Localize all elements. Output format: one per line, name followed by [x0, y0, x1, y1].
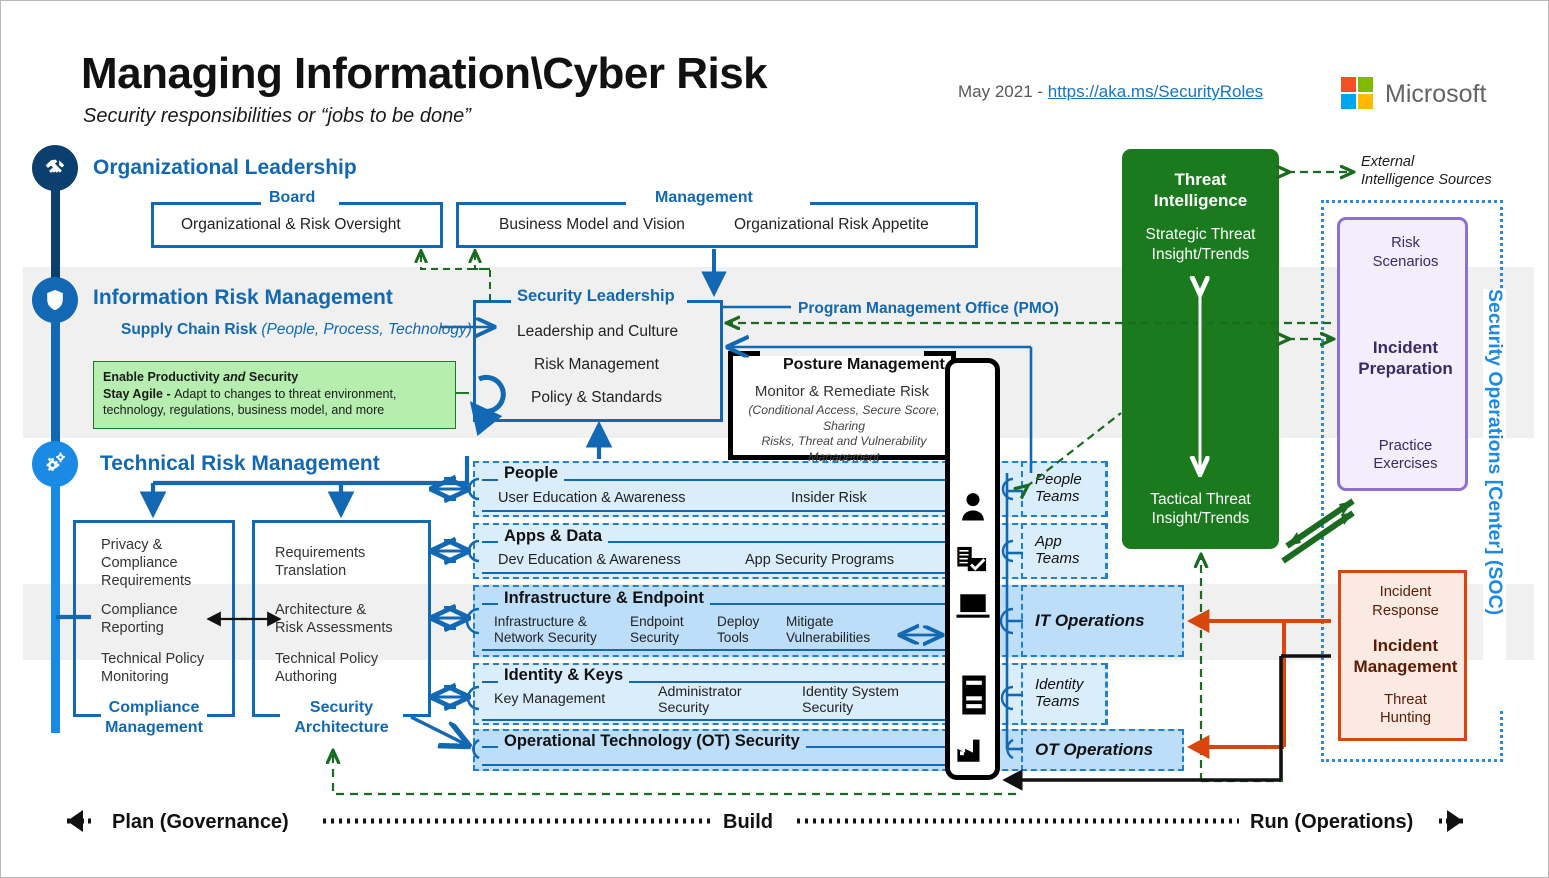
- date-text: May 2021 -: [958, 82, 1048, 101]
- incident-preparation-box[interactable]: Risk Scenarios Incident Preparation Prac…: [1337, 217, 1468, 491]
- server-icon: [961, 674, 987, 721]
- threat-intelligence-title: Threat Intelligence: [1153, 170, 1248, 211]
- layer-infra-item-2: Deploy Tools: [717, 614, 760, 645]
- microsoft-wordmark: Microsoft: [1385, 80, 1487, 108]
- architecture-item-2: Technical Policy Authoring: [275, 651, 379, 686]
- team-app-label: App Teams: [1035, 533, 1080, 567]
- layer-apps-data-item-1: App Security Programs: [745, 552, 895, 568]
- threat-intelligence-tactical: Tactical Threat Insight/Trends: [1150, 490, 1251, 528]
- laptop-icon: [955, 593, 991, 626]
- practice-exercises-label: Practice Exercises: [1373, 437, 1438, 473]
- incident-preparation-title: Incident Preparation: [1358, 338, 1453, 379]
- layer-people-title: People: [498, 464, 565, 483]
- security-architecture-title: Security Architecture: [294, 699, 389, 737]
- lifecycle-build-label: Build: [723, 811, 773, 833]
- zone-heading-organizational-leadership: Organizational Leadership: [93, 156, 357, 179]
- handshake-icon: [32, 145, 78, 191]
- external-intelligence-sources-label: External Intelligence Sources: [1361, 154, 1492, 189]
- layer-people-item-0: User Education & Awareness: [498, 490, 686, 506]
- date-and-link: May 2021 - https://aka.ms/SecurityRoles: [958, 82, 1263, 102]
- factory-icon: [956, 737, 990, 768]
- layer-apps-data-item-0: Dev Education & Awareness: [498, 552, 681, 568]
- team-ot-operations[interactable]: OT Operations: [1021, 729, 1184, 771]
- threat-hunting-label: Threat Hunting: [1379, 691, 1431, 727]
- lifecycle-run-label: Run (Operations): [1250, 811, 1414, 833]
- note-line1-italic: and: [223, 370, 246, 384]
- team-identity[interactable]: Identity Teams: [1021, 663, 1107, 725]
- security-leadership-item-1: Risk Management: [534, 356, 659, 373]
- layer-identity-item-1: Administrator Security: [658, 684, 742, 717]
- spine-lower: [51, 463, 60, 733]
- enable-productivity-note: Enable Productivity and Security Stay Ag…: [93, 361, 456, 429]
- security-leadership-item-2: Policy & Standards: [531, 389, 662, 406]
- team-it-operations[interactable]: IT Operations: [1021, 585, 1184, 657]
- team-it-operations-label: IT Operations: [1035, 611, 1145, 631]
- note-line2-tail: Adapt to changes to threat environment,: [174, 386, 397, 401]
- diagram-canvas: Managing Information\Cyber Risk Security…: [0, 0, 1549, 878]
- soc-label: Security Operations [Center] (SOC): [1483, 289, 1506, 709]
- posture-subtitle: Monitor & Remediate Risk: [754, 383, 930, 400]
- architecture-item-0: Requirements Translation: [275, 545, 366, 580]
- gear-icon: [32, 441, 78, 487]
- layer-infra-item-0: Infrastructure & Network Security: [494, 614, 597, 645]
- pmo-label: Program Management Office (PMO): [798, 300, 1059, 317]
- page-subtitle: Security responsibilities or “jobs to be…: [83, 105, 471, 127]
- layer-identity-item-2: Identity System Security: [802, 684, 899, 717]
- layer-people-item-1: Insider Risk: [791, 490, 867, 506]
- compliance-item-1: Compliance Reporting: [101, 602, 178, 637]
- layer-infrastructure-title: Infrastructure & Endpoint: [498, 589, 710, 608]
- note-line3: technology, regulations, business model,…: [103, 403, 385, 417]
- lifecycle-plan-label: Plan (Governance): [112, 811, 289, 833]
- person-icon: [958, 491, 988, 528]
- incident-management-box[interactable]: Incident Response Incident Management Th…: [1338, 570, 1467, 741]
- team-app[interactable]: App Teams: [1021, 523, 1107, 579]
- layer-infra-item-1: Endpoint Security: [630, 614, 684, 645]
- team-people[interactable]: People Teams: [1021, 461, 1107, 517]
- layer-apps-data-title: Apps & Data: [498, 527, 609, 546]
- layer-identity-keys-title: Identity & Keys: [498, 666, 630, 685]
- board-title: Board: [269, 189, 316, 206]
- document-check-icon: [956, 544, 990, 581]
- architecture-item-1: Architecture & Risk Assessments: [275, 602, 393, 637]
- board-item-0: Organizational & Risk Oversight: [181, 216, 401, 233]
- compliance-item-2: Technical Policy Monitoring: [101, 651, 205, 686]
- note-line1-tail: Security: [245, 370, 299, 384]
- compliance-item-0: Privacy & Compliance Requirements: [101, 537, 192, 590]
- microsoft-logo-icon: [1341, 77, 1373, 109]
- page-title: Managing Information\Cyber Risk: [81, 49, 768, 98]
- management-title: Management: [655, 189, 753, 206]
- management-item-1: Organizational Risk Appetite: [734, 216, 929, 233]
- layer-infra-item-3: Mitigate Vulnerabilities: [786, 614, 871, 645]
- incident-management-title: Incident Management: [1353, 636, 1458, 677]
- zone-heading-information-risk: Information Risk Management: [93, 286, 393, 309]
- zone-heading-technical-risk: Technical Risk Management: [100, 452, 380, 475]
- threat-intelligence-box[interactable]: Threat Intelligence Strategic Threat Ins…: [1122, 149, 1279, 549]
- note-line2-bold: Stay Agile -: [103, 386, 175, 401]
- layer-identity-item-0: Key Management: [494, 691, 606, 707]
- compliance-management-title: Compliance Management: [105, 699, 203, 737]
- security-roles-link[interactable]: https://aka.ms/SecurityRoles: [1048, 82, 1263, 101]
- risk-scenarios-label: Risk Scenarios: [1372, 235, 1439, 270]
- supply-chain-risk-label: Supply Chain Risk (People, Process, Tech…: [121, 321, 472, 338]
- security-leadership-item-0: Leadership and Culture: [517, 323, 679, 340]
- threat-intelligence-strategic: Strategic Threat Insight/Trends: [1145, 226, 1256, 263]
- posture-title: Posture Management: [779, 356, 949, 374]
- note-line1-bold: Enable Productivity: [103, 370, 224, 384]
- team-ot-operations-label: OT Operations: [1035, 740, 1154, 760]
- security-leadership-title: Security Leadership: [517, 287, 675, 305]
- incident-response-label: Incident Response: [1372, 584, 1439, 619]
- shield-icon: [32, 277, 78, 323]
- team-identity-label: Identity Teams: [1035, 676, 1084, 710]
- management-item-0: Business Model and Vision: [499, 216, 685, 233]
- team-people-label: People Teams: [1035, 471, 1082, 505]
- layer-ot-security-title: Operational Technology (OT) Security: [498, 732, 806, 751]
